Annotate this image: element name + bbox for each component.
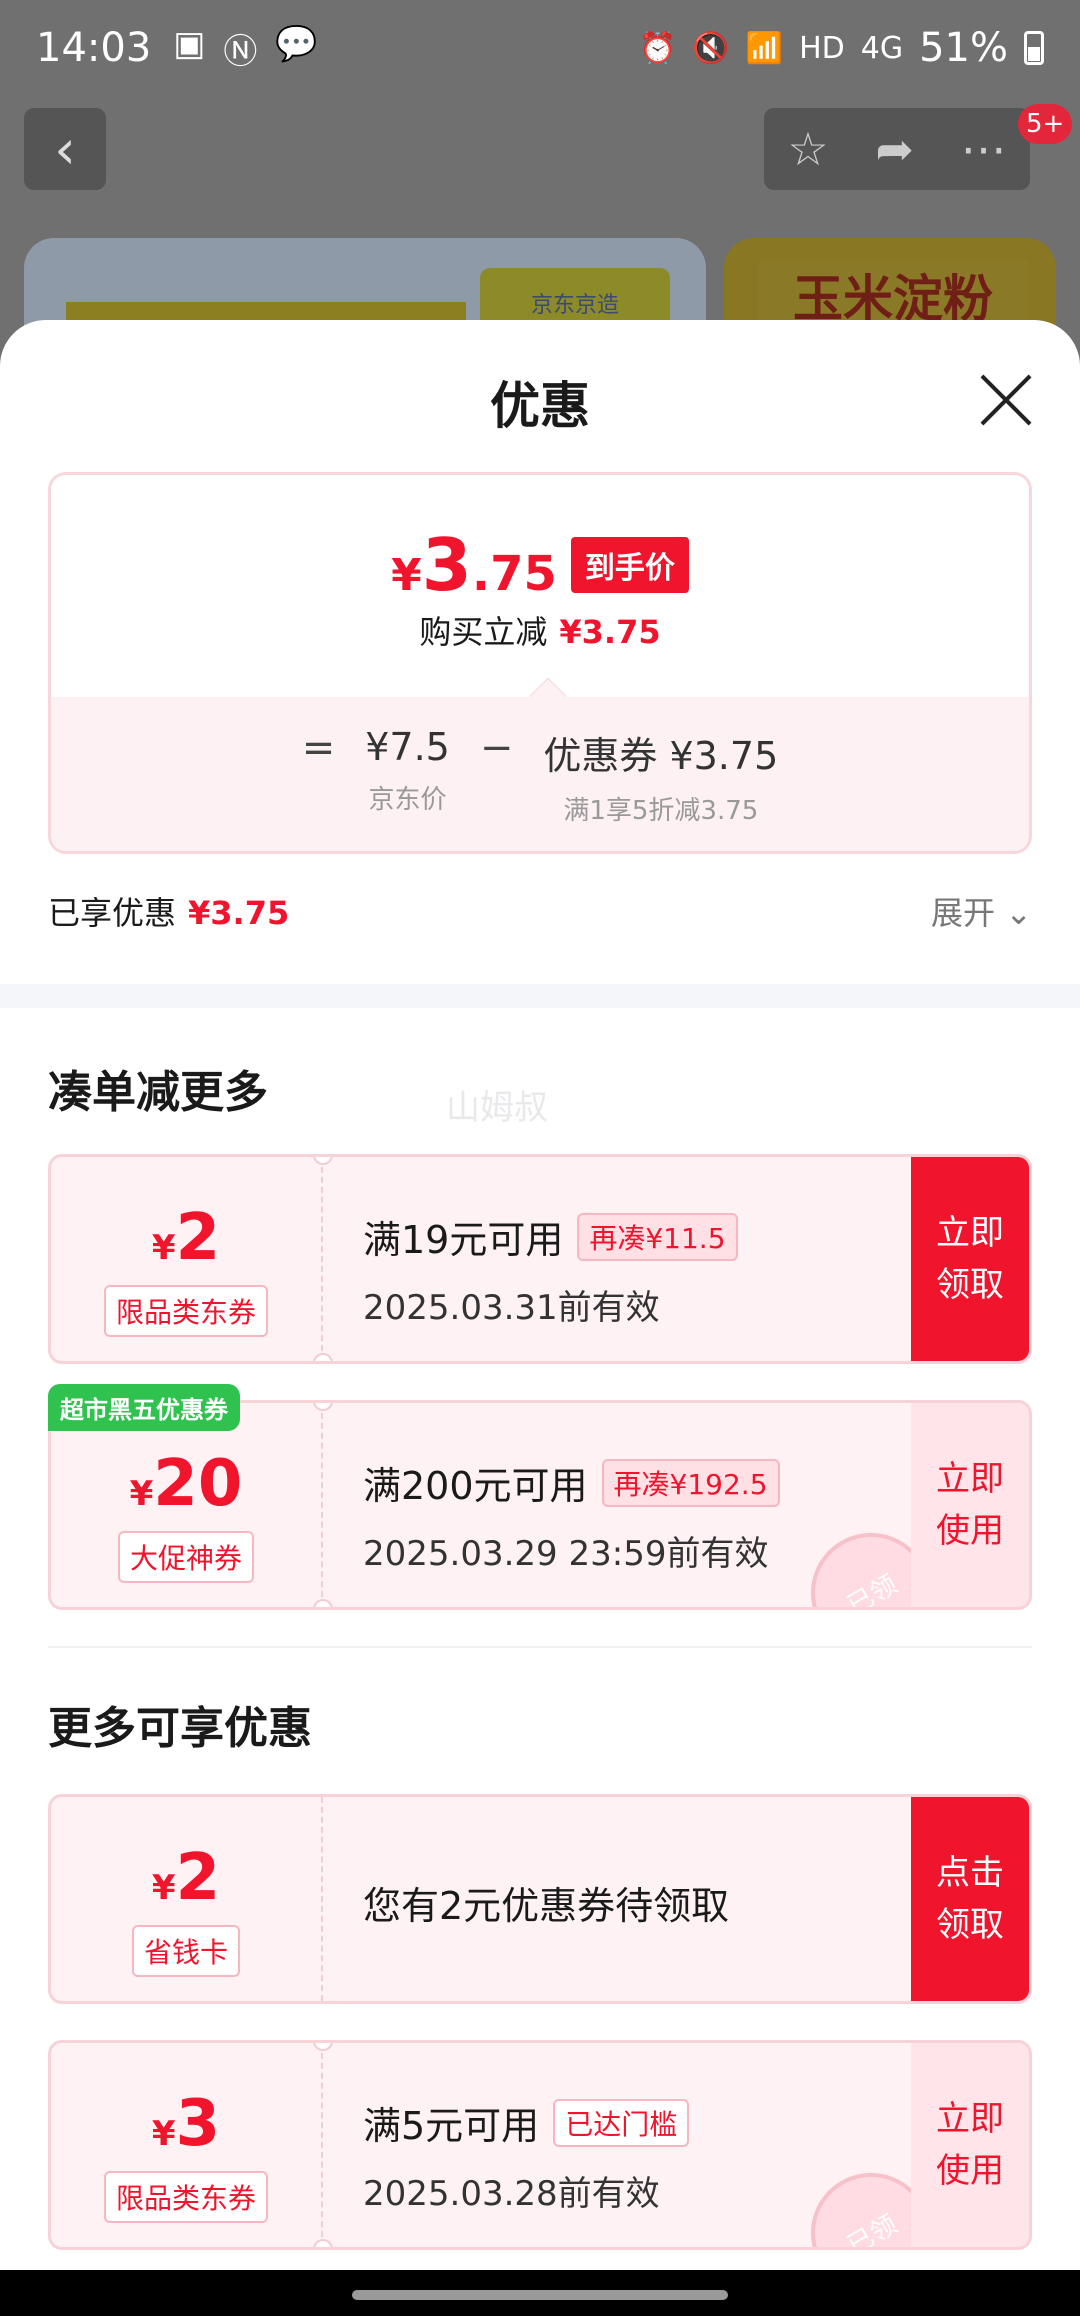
coupon-validity: 2025.03.28前有效 [363, 2174, 660, 2214]
section-divider [0, 984, 1080, 1008]
divider [48, 1646, 1032, 1648]
status-time: 14:03 [36, 25, 152, 71]
coupon-condition: 满19元可用 [363, 1218, 564, 1262]
coupon-condition: 您有2元优惠券待领取 [363, 1884, 730, 1928]
use-button[interactable]: 立即 使用 [911, 1403, 1029, 1607]
system-icons: ⏰ 🔇 📶 HD 4G 51% [639, 25, 1044, 71]
alarm-icon: ⏰ [639, 30, 677, 66]
coupon-gap-pill: 再凑¥11.5 [577, 1212, 738, 1261]
top-actions: ☆ ➦ ⋯ [764, 108, 1030, 190]
coupon-condition: 满200元可用 [363, 1464, 588, 1508]
battery-level: 51% [919, 25, 1008, 71]
more-icon[interactable]: ⋯ [961, 122, 1007, 176]
use-button[interactable]: 立即 使用 [911, 2043, 1029, 2247]
watermark: 山姆叔 [446, 1088, 548, 1128]
sheet-title: 优惠 [490, 377, 590, 435]
back-icon: ‹ [54, 117, 76, 181]
mute-icon: 🔇 [692, 30, 730, 66]
final-price-tag: 到手价 [570, 537, 689, 593]
coupon-amount: ¥3 [151, 2087, 221, 2161]
message-badge: 5+ [1018, 104, 1073, 144]
price-summary: ¥ 3 .75 到手价 购买立减 ¥3.75 = ¥7.5 京东价 − 优惠券 ¥… [48, 472, 1032, 854]
coupon-amount: ¥20 [129, 1447, 243, 1521]
claim-button[interactable]: 点击 领取 [911, 1797, 1029, 2001]
section-title-more-offers: 更多可享优惠 [48, 1703, 312, 1754]
enjoyed-discount: 已享优惠 ¥3.75 [48, 894, 290, 932]
coupon-type: 限品类东券 [103, 1285, 268, 1337]
battery-icon [1024, 31, 1044, 65]
coupon-card: ¥3 限品类东券 满5元可用 已达门槛 2025.03.28前有效 已领 立即 使用 [48, 2040, 1032, 2250]
coupon-gap-pill: 再凑¥192.5 [601, 1458, 780, 1507]
coupon-ribbon: 超市黑五优惠券 [48, 1384, 240, 1431]
coupon-type: 省钱卡 [131, 1925, 240, 1977]
coupon-type: 限品类东券 [103, 2171, 268, 2223]
star-icon[interactable]: ☆ [787, 122, 828, 176]
price-breakdown: = ¥7.5 京东价 − 优惠券 ¥3.75 满1享5折减3.75 [51, 677, 1029, 851]
coupon-amount: ¥2 [151, 1841, 221, 1915]
wifi-icon: 📶 [745, 30, 784, 66]
coupon-validity: 2025.03.29 23:59前有效 [363, 1534, 769, 1574]
coupon-deduction: 优惠券 ¥3.75 满1享5折减3.75 [543, 734, 779, 826]
jd-price: ¥7.5 京东价 [365, 725, 450, 815]
coupon-type: 大促神券 [117, 1531, 254, 1583]
nfc-icon: Ⓝ [223, 31, 258, 72]
coupon-validity: 2025.03.31前有效 [363, 1288, 660, 1328]
close-icon[interactable] [978, 372, 1034, 428]
coupon-condition: 满5元可用 [363, 2104, 540, 2148]
final-price: ¥ 3 .75 到手价 [51, 523, 1029, 607]
coupon-card: ¥20 大促神券 满200元可用 再凑¥192.5 2025.03.29 23:5… [48, 1400, 1032, 1610]
claim-button[interactable]: 立即 领取 [911, 1157, 1029, 1361]
discount-sheet: 优惠 ¥ 3 .75 到手价 购买立减 ¥3.75 = ¥7.5 京东价 − 优… [0, 320, 1080, 2270]
section-title-add-more: 凑单减更多 [48, 1067, 268, 1118]
chevron-down-icon: ⌄ [1005, 894, 1032, 932]
back-button[interactable]: ‹ [24, 108, 106, 190]
network-type: HD [799, 30, 845, 66]
share-icon[interactable]: ➦ [875, 122, 914, 176]
notification-icons: ▣ Ⓝ 💬 [173, 24, 317, 73]
coupon-card: ¥2 限品类东券 满19元可用 再凑¥11.5 2025.03.31前有效 立即领… [48, 1154, 1032, 1364]
instant-reduction: 购买立减 ¥3.75 [419, 613, 661, 651]
gallery-icon: ▣ [173, 23, 206, 64]
message-icon: 💬 [275, 23, 318, 64]
home-indicator[interactable] [352, 2290, 728, 2300]
status-bar: 14:03 ▣ Ⓝ 💬 ⏰ 🔇 📶 HD 4G 51% [0, 0, 1080, 96]
coupon-amount: ¥2 [151, 1201, 221, 1275]
expand-toggle[interactable]: 展开 ⌄ [931, 888, 1032, 934]
coupon-card: ¥2 省钱卡 您有2元优惠券待领取 点击 领取 [48, 1794, 1032, 2004]
signal-type: 4G [860, 30, 904, 66]
threshold-met-pill: 已达门槛 [553, 2098, 690, 2147]
